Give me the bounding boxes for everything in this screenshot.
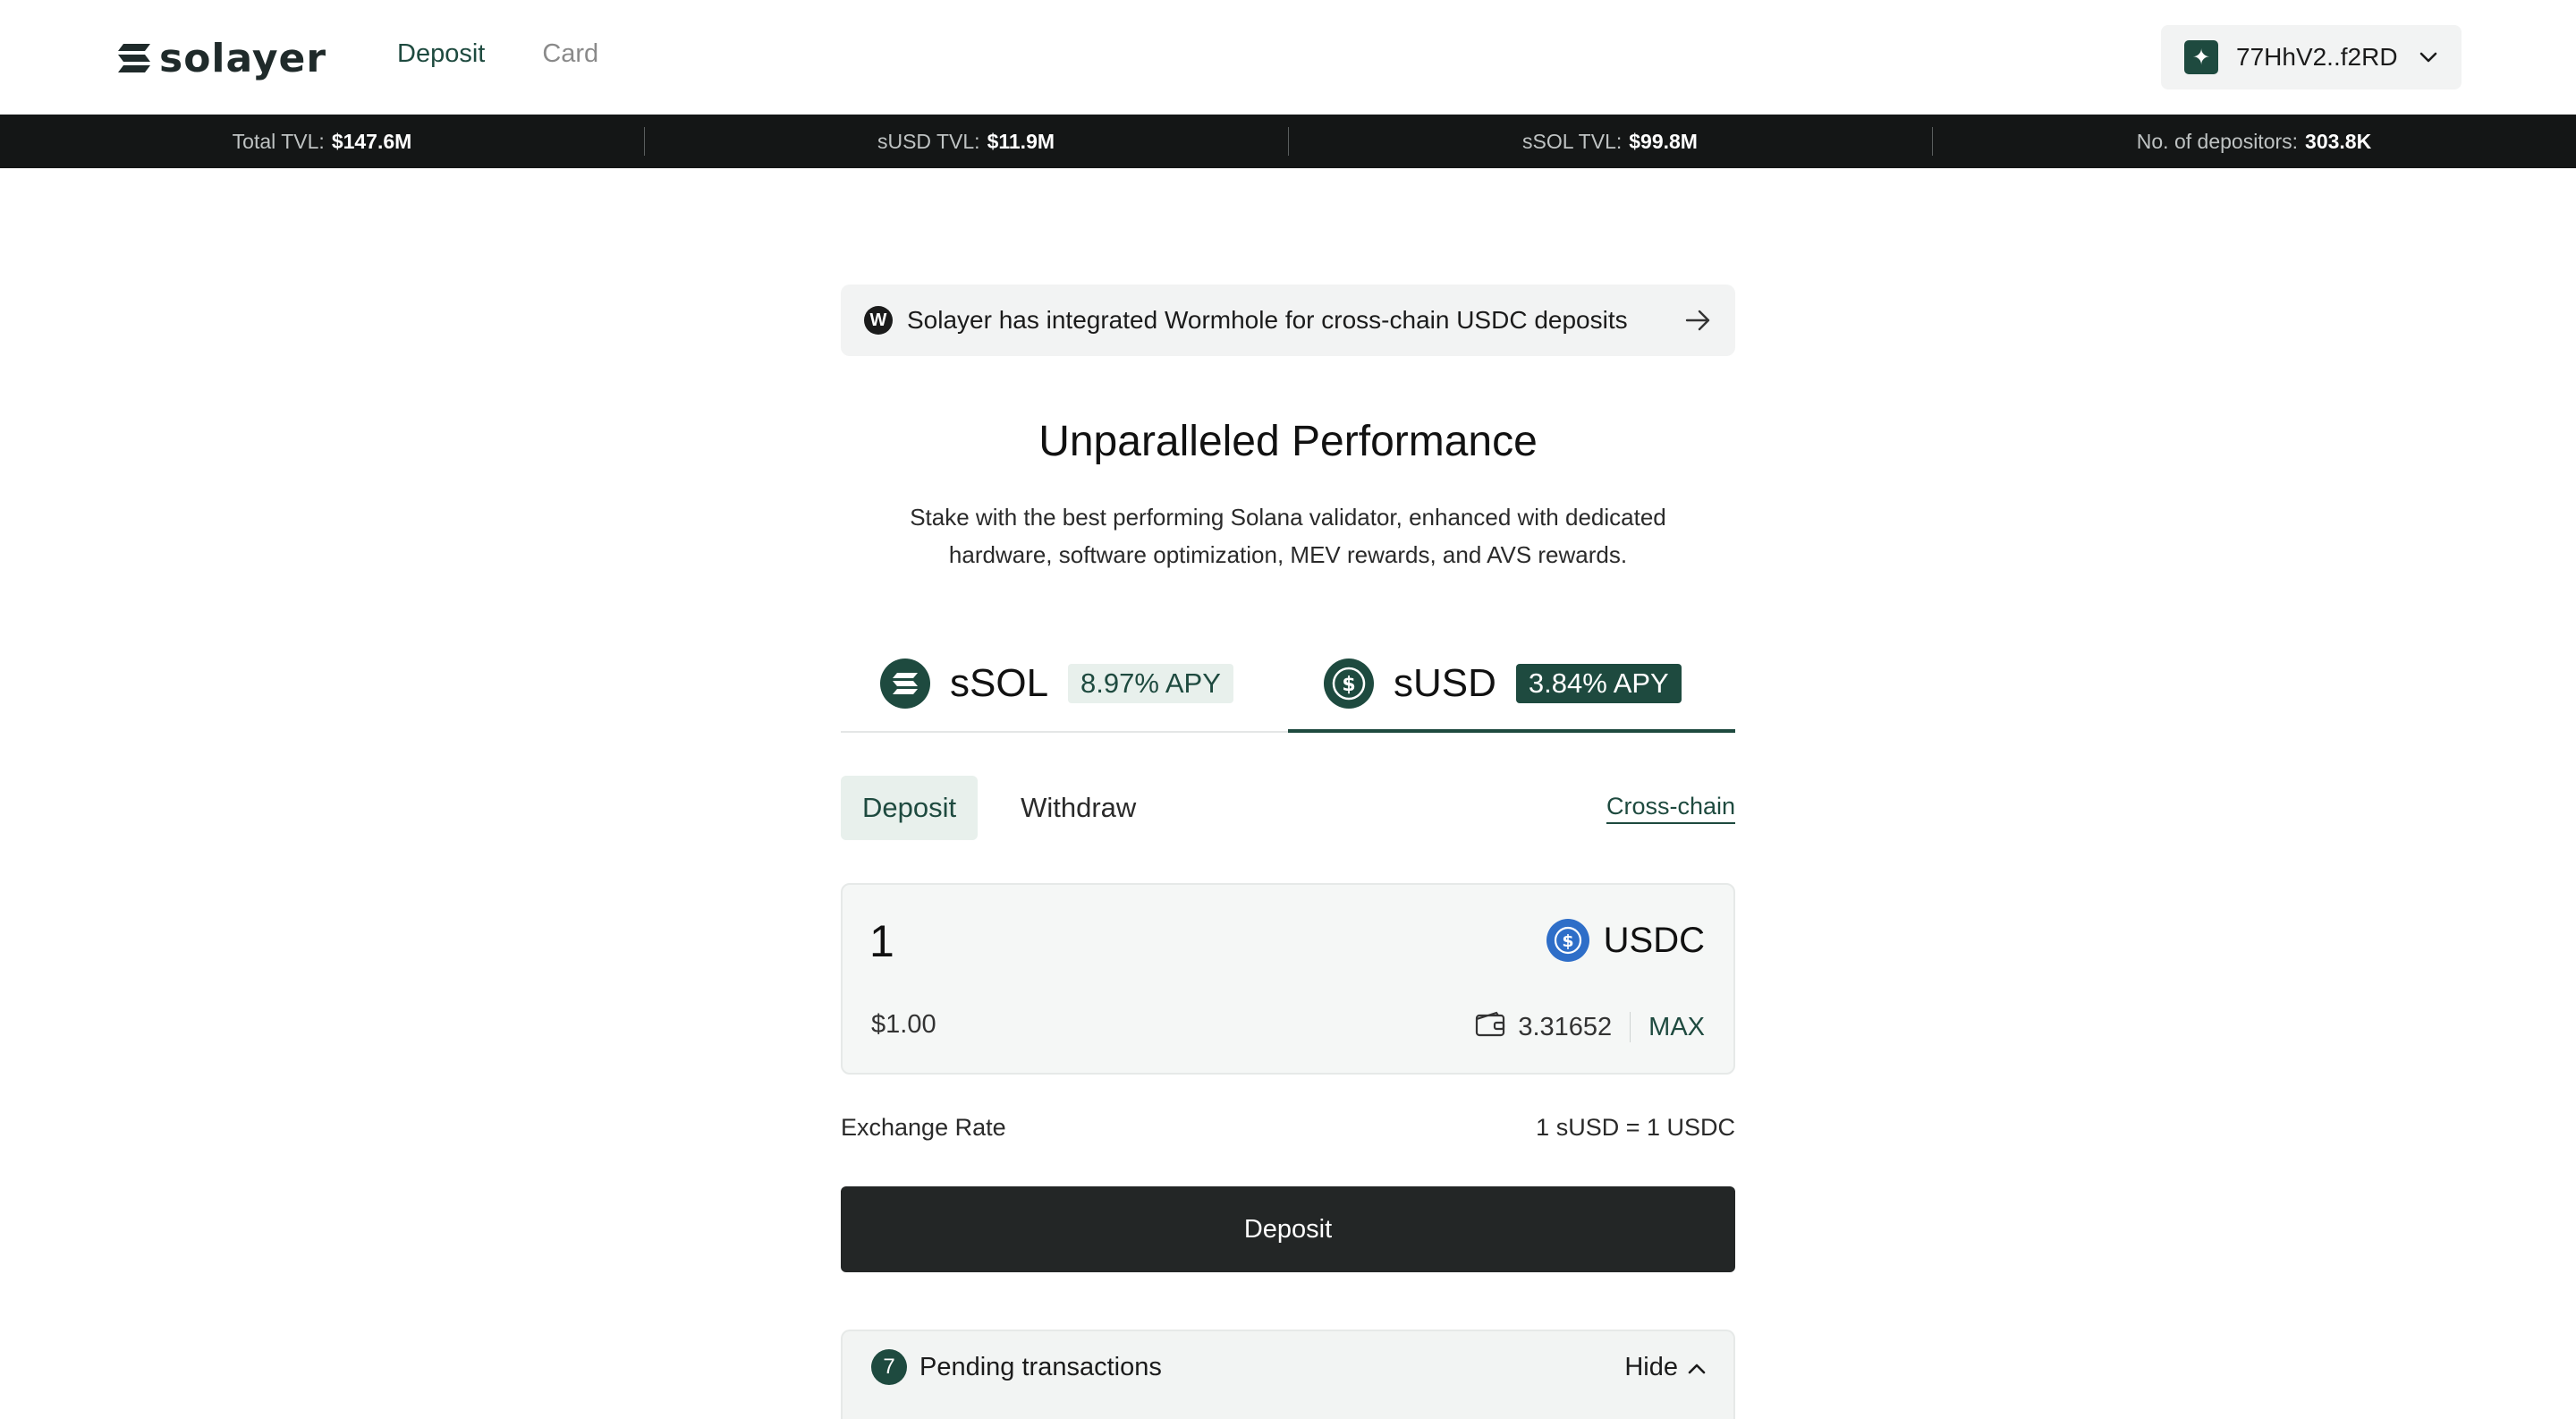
- page-subtitle: Stake with the best performing Solana va…: [910, 504, 1666, 568]
- stat-depositors: No. of depositors: 303.8K: [1932, 115, 2576, 168]
- main-content: W Solayer has integrated Wormhole for cr…: [841, 285, 1735, 1419]
- stat-value: $147.6M: [331, 129, 412, 153]
- exchange-rate-value: 1 sUSD = 1 USDC: [1536, 1114, 1735, 1141]
- hide-label: Hide: [1624, 1352, 1678, 1381]
- stat-ssol-tvl: sSOL TVL: $99.8M: [1288, 115, 1932, 168]
- exchange-rate-label: Exchange Rate: [841, 1114, 1006, 1141]
- action-row: Deposit Withdraw Cross-chain: [841, 776, 1735, 840]
- top-header: solayer Deposit Card ✦ 77HhV2..f2RD: [0, 0, 2576, 115]
- exchange-rate-row: Exchange Rate 1 sUSD = 1 USDC: [841, 1114, 1735, 1142]
- logo-text: solayer: [159, 35, 327, 81]
- max-button[interactable]: MAX: [1648, 1013, 1705, 1042]
- stat-value: $11.9M: [987, 129, 1055, 153]
- page-title: Unparalleled Performance: [1038, 418, 1538, 465]
- svg-text:$: $: [1342, 674, 1355, 696]
- tab-ssol[interactable]: sSOL 8.97% APY: [841, 652, 1288, 731]
- hide-button[interactable]: Hide: [1624, 1353, 1707, 1382]
- nav-card[interactable]: Card: [542, 39, 598, 69]
- wallet-icon: [1475, 1010, 1505, 1044]
- asset-name: sUSD: [1394, 661, 1496, 705]
- balance-amount: 3.31652: [1518, 1012, 1613, 1041]
- cross-chain-link[interactable]: Cross-chain: [1606, 793, 1735, 824]
- asset-name: sSOL: [950, 661, 1049, 705]
- usd-value: $1.00: [871, 1010, 936, 1039]
- stat-label: sUSD TVL:: [877, 129, 980, 153]
- wormhole-banner[interactable]: W Solayer has integrated Wormhole for cr…: [841, 285, 1735, 356]
- solayer-logo[interactable]: solayer: [114, 36, 326, 81]
- stat-label: Total TVL:: [232, 129, 325, 153]
- divider: [1630, 1012, 1631, 1042]
- asset-tabs: sSOL 8.97% APY $ sUSD 3.84% APY: [841, 652, 1735, 733]
- amount-card: $ USDC $1.00 3.31652 MAX: [841, 883, 1735, 1075]
- stat-value: 303.8K: [2305, 129, 2372, 153]
- wallet-avatar: ✦: [2184, 40, 2218, 74]
- wormhole-logo-icon: W: [864, 306, 893, 335]
- wallet-button[interactable]: ✦ 77HhV2..f2RD: [2161, 25, 2462, 89]
- arrow-right-icon: [1685, 309, 1712, 332]
- apy-badge: 3.84% APY: [1515, 664, 1682, 703]
- stat-label: sSOL TVL:: [1522, 129, 1623, 153]
- susd-icon: $: [1324, 659, 1374, 709]
- pending-count-badge: 7: [871, 1349, 907, 1385]
- amount-input[interactable]: [869, 910, 1406, 973]
- stat-value: $99.8M: [1629, 129, 1698, 153]
- tab-susd[interactable]: $ sUSD 3.84% APY: [1288, 652, 1735, 733]
- token-selector[interactable]: $ USDC: [1546, 919, 1705, 962]
- deposit-button[interactable]: Deposit: [841, 1186, 1735, 1272]
- banner-text: Solayer has integrated Wormhole for cros…: [907, 306, 1628, 334]
- stat-total-tvl: Total TVL: $147.6M: [0, 115, 644, 168]
- wallet-balance: 3.31652 MAX: [1475, 1010, 1705, 1044]
- usdc-icon: $: [1546, 919, 1589, 962]
- apy-badge: 8.97% APY: [1068, 664, 1233, 703]
- svg-text:$: $: [1562, 931, 1573, 951]
- stats-bar: Total TVL: $147.6M sUSD TVL: $11.9M sSOL…: [0, 115, 2576, 168]
- tab-deposit[interactable]: Deposit: [841, 776, 979, 840]
- pending-label: Pending transactions: [919, 1352, 1162, 1381]
- chevron-down-icon: [2419, 51, 2438, 64]
- wallet-address: 77HhV2..f2RD: [2236, 43, 2398, 71]
- chevron-up-icon: [1687, 1353, 1707, 1382]
- nav-deposit[interactable]: Deposit: [397, 39, 485, 69]
- pending-transactions: 7 Pending transactions Hide: [841, 1330, 1735, 1419]
- stat-susd-tvl: sUSD TVL: $11.9M: [644, 115, 1288, 168]
- token-name: USDC: [1603, 920, 1705, 960]
- stat-label: No. of depositors:: [2136, 129, 2299, 153]
- ssol-icon: [880, 659, 930, 709]
- solayer-logo-icon: [118, 44, 150, 72]
- main-nav: Deposit Card: [397, 39, 598, 69]
- tab-withdraw[interactable]: Withdraw: [999, 776, 1157, 840]
